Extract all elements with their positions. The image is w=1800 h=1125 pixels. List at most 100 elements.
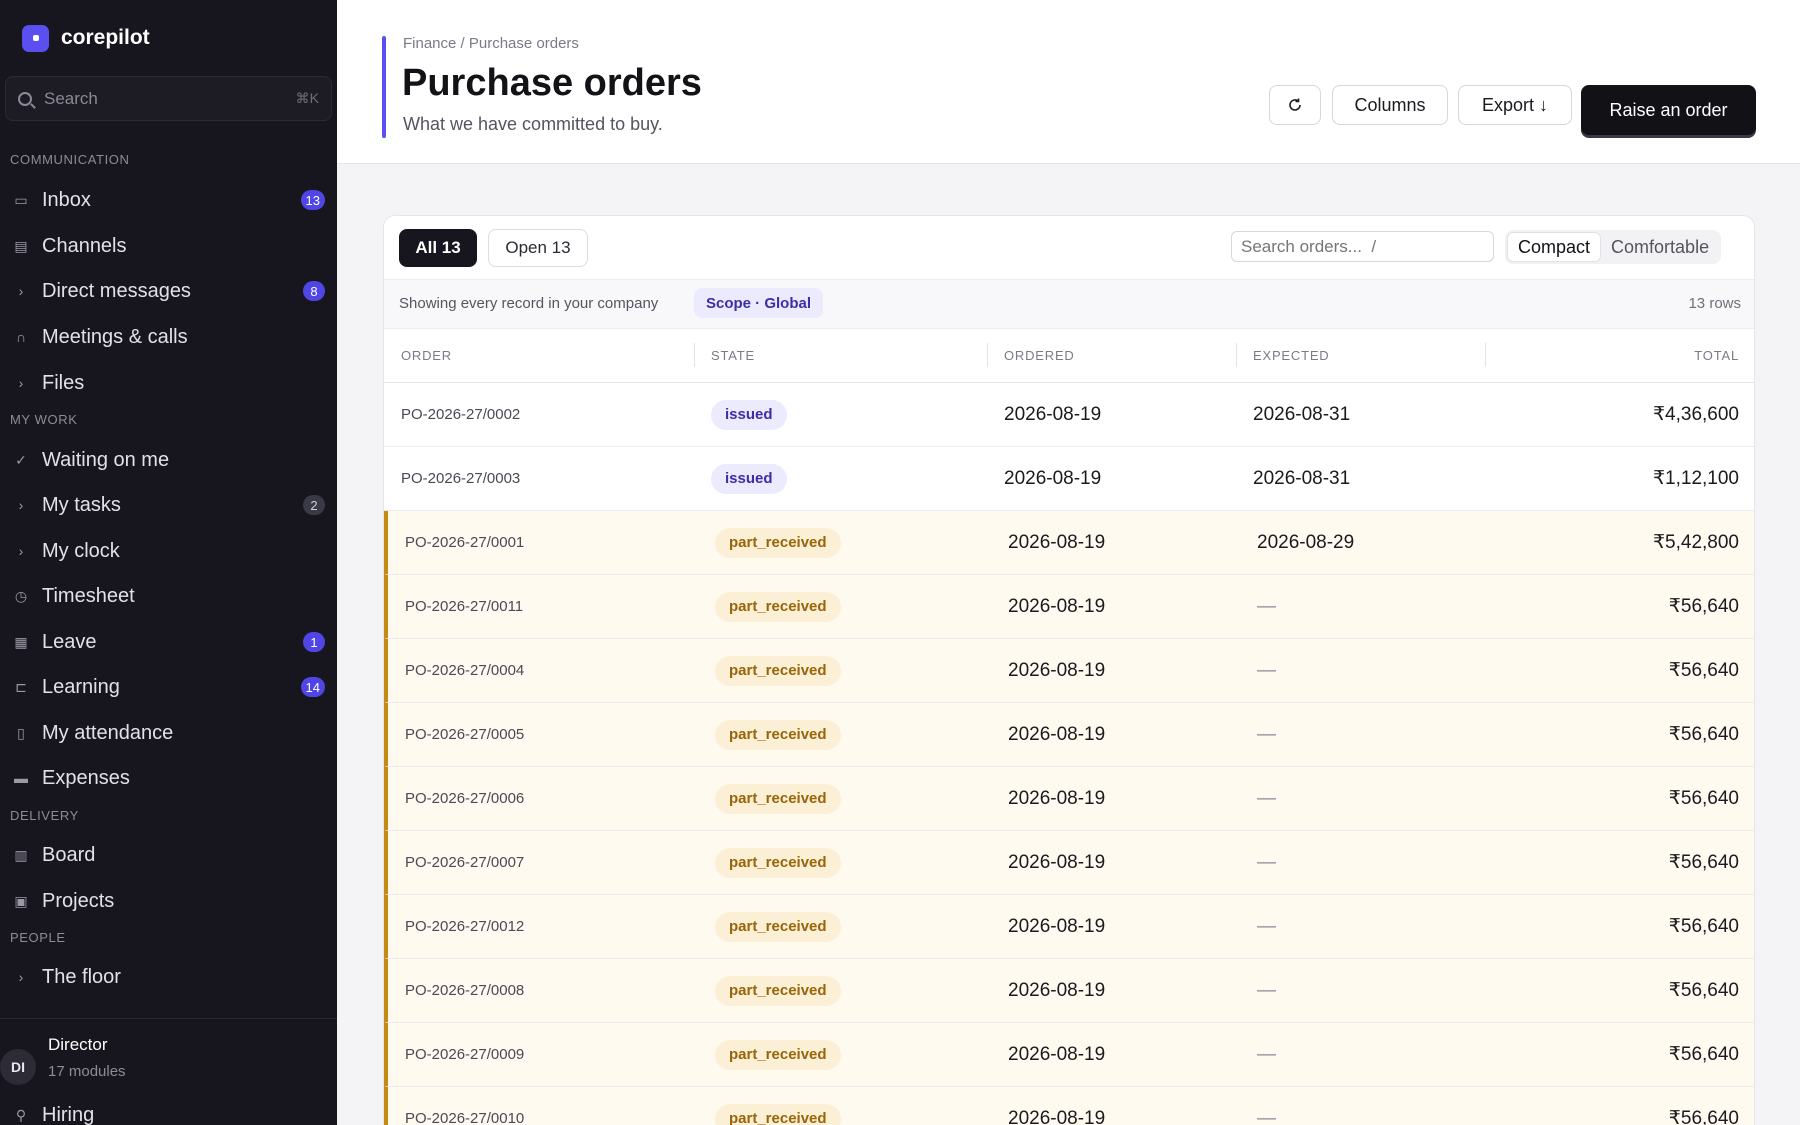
- table-row[interactable]: PO-2026-27/0009 part_received 2026-08-19 — ₹…: [384, 1023, 1754, 1087]
- count-badge: 8: [303, 281, 325, 301]
- sidebar-item-waiting-on-me[interactable]: ✓ Waiting on me: [0, 440, 337, 480]
- briefcase-icon: ▣: [14, 892, 28, 909]
- state-cell: part_received: [715, 895, 841, 958]
- table-row[interactable]: PO-2026-27/0006 part_received 2026-08-19 — ₹…: [384, 767, 1754, 831]
- state-cell: part_received: [715, 639, 841, 702]
- table-row[interactable]: PO-2026-27/0005 part_received 2026-08-19 — ₹…: [384, 703, 1754, 767]
- sidebar-item-board[interactable]: ▥ Board: [0, 835, 337, 875]
- tab-open[interactable]: Open 13: [488, 229, 588, 267]
- table-row[interactable]: PO-2026-27/0011 part_received 2026-08-19 — ₹…: [384, 575, 1754, 639]
- ordered-date: 2026-08-19: [1008, 723, 1106, 745]
- sidebar-item-inbox[interactable]: ▭ Inbox 13: [0, 180, 337, 220]
- order-number[interactable]: PO-2026-27/0010: [405, 1087, 524, 1125]
- page-title: Purchase orders: [402, 62, 702, 104]
- status-badge: part_received: [715, 719, 841, 750]
- breadcrumb[interactable]: Finance / Purchase orders: [403, 35, 579, 52]
- sidebar-item-the-floor[interactable]: › The floor: [0, 957, 337, 997]
- order-number[interactable]: PO-2026-27/0003: [401, 447, 520, 510]
- order-number[interactable]: PO-2026-27/0008: [405, 959, 524, 1022]
- ordered-date: 2026-08-19: [1008, 1107, 1106, 1125]
- sidebar-item-files[interactable]: › Files: [0, 363, 337, 403]
- column-header-order[interactable]: ORDER: [401, 348, 452, 363]
- brand[interactable]: corepilot: [0, 0, 337, 76]
- sidebar-item-channels[interactable]: ▤ Channels: [0, 226, 337, 266]
- density-toggle: Compact Comfortable: [1505, 230, 1722, 264]
- sidebar-item-label: Channels: [42, 234, 127, 257]
- column-header-total[interactable]: TOTAL: [1694, 348, 1739, 363]
- count-badge: 1: [303, 632, 325, 652]
- status-badge: issued: [711, 399, 787, 430]
- page-subtitle: What we have committed to buy.: [403, 114, 663, 134]
- state-cell: part_received: [715, 767, 841, 830]
- order-total: ₹56,640: [1668, 980, 1739, 1001]
- user-profile[interactable]: DI Director 17 modules: [0, 1035, 126, 1085]
- status-badge: part_received: [715, 591, 841, 622]
- sidebar-item-timesheet[interactable]: ◷ Timesheet: [0, 576, 337, 616]
- sidebar-item-my-tasks[interactable]: › My tasks 2: [0, 485, 337, 525]
- density-compact-option[interactable]: Compact: [1507, 232, 1602, 262]
- book-icon: ⊏: [15, 678, 27, 695]
- expected-date: 2026-08-29: [1257, 531, 1355, 553]
- order-total: ₹56,640: [1668, 1108, 1739, 1125]
- page-header: Finance / Purchase orders Purchase order…: [337, 0, 1800, 164]
- sidebar-item-label: My clock: [42, 539, 120, 562]
- order-number[interactable]: PO-2026-27/0001: [405, 511, 524, 574]
- table-row[interactable]: PO-2026-27/0010 part_received 2026-08-19 — ₹…: [384, 1087, 1754, 1125]
- sidebar-item-projects[interactable]: ▣ Projects: [0, 881, 337, 921]
- sidebar-item-meetings-calls[interactable]: ∩ Meetings & calls: [0, 317, 337, 357]
- table-row[interactable]: PO-2026-27/0003 issued 2026-08-19 2026-08-3…: [384, 447, 1754, 511]
- scope-badge[interactable]: Scope · Global: [694, 288, 824, 318]
- column-header-state[interactable]: STATE: [711, 348, 755, 363]
- table-row[interactable]: PO-2026-27/0001 part_received 2026-08-19 20…: [384, 511, 1754, 575]
- sidebar-search-placeholder: Search: [44, 88, 98, 108]
- sidebar-item-my-attendance[interactable]: ▯ My attendance: [0, 713, 337, 753]
- order-total: ₹56,640: [1668, 1044, 1739, 1065]
- sidebar-item-expenses[interactable]: ▬ Expenses: [0, 758, 337, 798]
- column-divider[interactable]: [987, 343, 988, 367]
- avatar: DI: [0, 1049, 36, 1085]
- density-comfortable-option[interactable]: Comfortable: [1601, 232, 1719, 262]
- order-number[interactable]: PO-2026-27/0004: [405, 639, 524, 702]
- table-row[interactable]: PO-2026-27/0008 part_received 2026-08-19 — ₹…: [384, 959, 1754, 1023]
- export-button[interactable]: Export ↓: [1458, 85, 1572, 125]
- status-badge: issued: [711, 463, 787, 494]
- table-row[interactable]: PO-2026-27/0002 issued 2026-08-19 2026-08-3…: [384, 383, 1754, 447]
- column-header-ordered[interactable]: ORDERED: [1004, 348, 1075, 363]
- table-row[interactable]: PO-2026-27/0012 part_received 2026-08-19 — ₹…: [384, 895, 1754, 959]
- scope-description: Showing every record in your company: [399, 295, 659, 312]
- order-number[interactable]: PO-2026-27/0005: [405, 703, 524, 766]
- expected-date: 2026-08-31: [1253, 467, 1351, 489]
- order-number[interactable]: PO-2026-27/0006: [405, 767, 524, 830]
- order-number[interactable]: PO-2026-27/0012: [405, 895, 524, 958]
- sidebar-item-direct-messages[interactable]: › Direct messages 8: [0, 271, 337, 311]
- sidebar-item-label: My tasks: [42, 493, 121, 516]
- status-badge: part_received: [715, 847, 841, 878]
- column-header-expected[interactable]: EXPECTED: [1253, 348, 1329, 363]
- user-plus-icon: ⚲: [15, 1106, 27, 1123]
- sidebar-item-my-clock[interactable]: › My clock: [0, 531, 337, 571]
- refresh-button[interactable]: [1269, 85, 1321, 125]
- state-cell: part_received: [715, 703, 841, 766]
- sidebar-item-hiring[interactable]: ⚲ Hiring: [0, 1095, 337, 1125]
- order-number[interactable]: PO-2026-27/0002: [401, 383, 520, 446]
- order-number[interactable]: PO-2026-27/0007: [405, 831, 524, 894]
- column-divider[interactable]: [1236, 343, 1237, 367]
- sidebar-item-leave[interactable]: ▦ Leave 1: [0, 622, 337, 662]
- status-badge: part_received: [715, 783, 841, 814]
- sidebar-search-input[interactable]: Search ⌘K: [5, 76, 332, 121]
- table-row[interactable]: PO-2026-27/0007 part_received 2026-08-19 — ₹…: [384, 831, 1754, 895]
- column-divider[interactable]: [694, 343, 695, 367]
- tab-all[interactable]: All 13: [399, 229, 477, 267]
- raise-order-button[interactable]: Raise an order: [1581, 85, 1756, 135]
- order-number[interactable]: PO-2026-27/0009: [405, 1023, 524, 1086]
- order-total: ₹5,42,800: [1652, 532, 1739, 553]
- column-divider[interactable]: [1485, 343, 1486, 367]
- order-number[interactable]: PO-2026-27/0011: [405, 575, 523, 638]
- columns-button[interactable]: Columns: [1332, 85, 1448, 125]
- phone-icon: ▯: [17, 724, 25, 741]
- sidebar-item-learning[interactable]: ⊏ Learning 14: [0, 667, 337, 707]
- table-row[interactable]: PO-2026-27/0004 part_received 2026-08-19 — ₹…: [384, 639, 1754, 703]
- expected-date: —: [1257, 915, 1276, 937]
- sidebar-item-label: Board: [42, 843, 96, 866]
- orders-search-input[interactable]: [1231, 231, 1494, 262]
